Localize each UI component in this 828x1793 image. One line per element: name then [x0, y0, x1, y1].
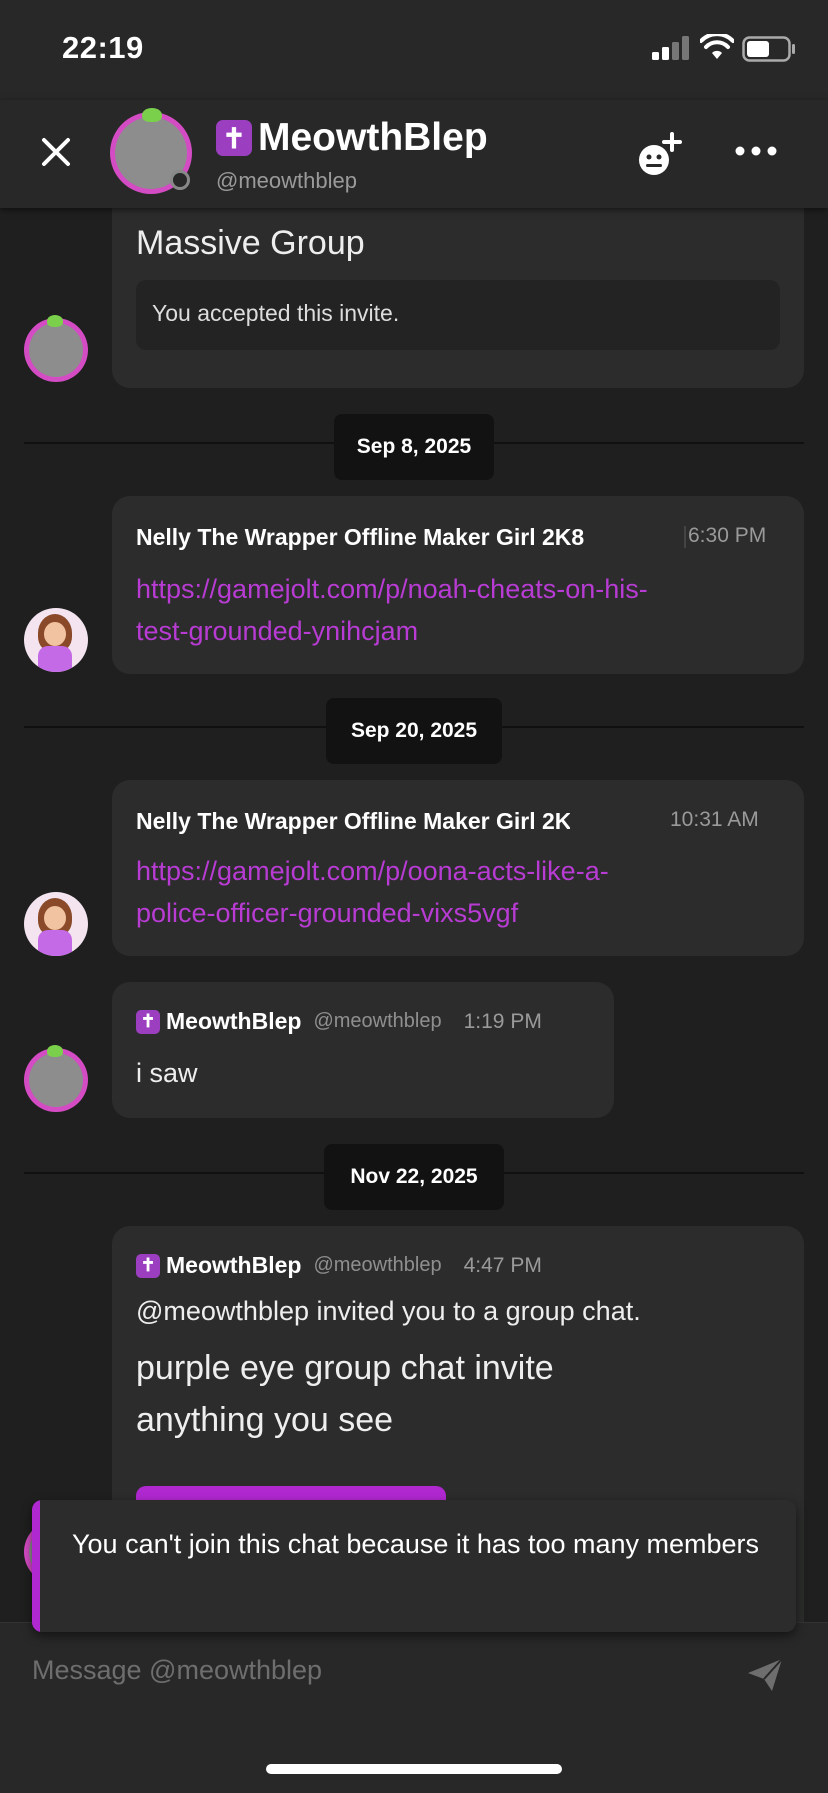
status-time: 22:19: [62, 30, 144, 65]
message-header: ✝ MeowthBlep @meowthblep 4:47 PM: [136, 1252, 542, 1279]
invite-title: purple eye group chat invite anything yo…: [136, 1342, 554, 1446]
message-link[interactable]: https://gamejolt.com/p/oona-acts-like-a-…: [136, 850, 609, 934]
date-separator: Sep 8, 2025: [334, 414, 494, 480]
message-link[interactable]: https://gamejolt.com/p/noah-cheats-on-hi…: [136, 568, 648, 652]
message-bubble[interactable]: Nelly The Wrapper Offline Maker Girl 2K8…: [112, 496, 804, 674]
message-header: ✝ MeowthBlep @meowthblep 1:19 PM: [136, 1008, 542, 1035]
message-text: @meowthblep invited you to a group chat.: [136, 1296, 641, 1326]
message-handle: @meowthblep: [313, 1254, 442, 1276]
home-indicator: [266, 1764, 562, 1774]
invite-title: Massive Group: [136, 224, 365, 262]
avatar[interactable]: [24, 608, 88, 672]
message-time: 1:19 PM: [463, 1009, 542, 1033]
cross-badge-icon: ✝: [136, 1009, 160, 1034]
chat-header: ✝ MeowthBlep @meowthblep: [0, 100, 828, 208]
cross-badge-icon: ✝: [216, 120, 252, 156]
send-icon[interactable]: [746, 1657, 786, 1693]
more-options-icon[interactable]: [734, 144, 778, 158]
chat-title-text: MeowthBlep: [258, 116, 488, 159]
invite-title-line-1: purple eye group chat invite: [136, 1349, 554, 1387]
add-friend-icon[interactable]: [634, 130, 684, 180]
avatar[interactable]: [24, 892, 88, 956]
toast-accent-bar: [32, 1500, 40, 1632]
close-icon[interactable]: [34, 130, 78, 174]
link-line-2: police-officer-grounded-vixs5vgf: [136, 898, 519, 928]
toast-message: You can't join this chat because it has …: [72, 1529, 760, 1559]
avatar[interactable]: [24, 1045, 88, 1112]
date-separator: Sep 20, 2025: [326, 698, 502, 764]
battery-icon: [742, 36, 795, 62]
message-text: i saw: [136, 1058, 198, 1088]
link-line-2: test-grounded-ynihcjam: [136, 616, 419, 646]
presence-dot: [170, 170, 190, 190]
message-sender[interactable]: MeowthBlep: [166, 1252, 301, 1279]
invite-title-line-2: anything you see: [136, 1401, 394, 1439]
message-sender[interactable]: Nelly The Wrapper Offline Maker Girl 2K8: [136, 524, 584, 551]
avatar[interactable]: [24, 315, 88, 382]
message-handle: @meowthblep: [313, 1010, 442, 1032]
message-time: 4:47 PM: [463, 1253, 542, 1277]
invite-status-text: You accepted this invite.: [152, 300, 400, 326]
chat-title[interactable]: ✝ MeowthBlep: [216, 116, 488, 160]
message-time: 10:31 AM: [670, 808, 759, 831]
cross-badge-icon: ✝: [136, 1253, 160, 1278]
message-sender[interactable]: Nelly The Wrapper Offline Maker Girl 2K8: [136, 808, 570, 835]
error-toast: You can't join this chat because it has …: [32, 1500, 796, 1632]
wifi-icon: [700, 34, 734, 59]
message-input[interactable]: Message @meowthblep: [32, 1655, 322, 1686]
message-time: 6:30 PM: [688, 524, 767, 547]
cellular-signal-icon: [652, 36, 689, 60]
message-sender[interactable]: MeowthBlep: [166, 1008, 301, 1035]
invite-card: Massive Group You accepted this invite.: [112, 208, 804, 388]
link-line-1: https://gamejolt.com/p/oona-acts-like-a-: [136, 856, 609, 886]
link-line-1: https://gamejolt.com/p/noah-cheats-on-hi…: [136, 574, 648, 604]
message-bubble[interactable]: Nelly The Wrapper Offline Maker Girl 2K8…: [112, 780, 804, 956]
message-feed[interactable]: Massive Group You accepted this invite. …: [0, 208, 828, 1622]
date-separator: Nov 22, 2025: [324, 1144, 504, 1210]
status-bar: 22:19: [0, 0, 828, 100]
message-bubble[interactable]: ✝ MeowthBlep @meowthblep 1:19 PM i saw: [112, 982, 614, 1118]
invite-status: You accepted this invite.: [136, 280, 780, 350]
chat-handle: @meowthblep: [216, 168, 357, 193]
